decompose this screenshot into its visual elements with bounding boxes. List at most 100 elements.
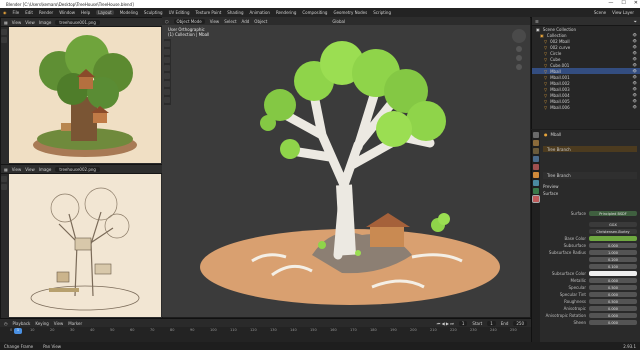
output-tab-icon[interactable] [533, 148, 539, 154]
visibility-eye-icon[interactable]: 👁 [633, 39, 637, 43]
play-controls-icon[interactable]: ⏮ ◀ ▶ ⏭ [437, 321, 454, 326]
visibility-eye-icon[interactable]: 👁 [633, 81, 637, 85]
end-frame-field[interactable]: 250 [513, 320, 527, 326]
shader-property-field[interactable]: 0.000 [589, 278, 637, 283]
editor-type-icon[interactable]: ▦ [4, 20, 8, 25]
timeline-editor-icon[interactable]: ◷ [4, 321, 8, 326]
workspace-tab-compositing[interactable]: Compositing [302, 10, 327, 15]
workspace-tab-modeling[interactable]: Modeling [120, 10, 138, 15]
outliner-filter-icon[interactable]: ⏷ [634, 19, 637, 24]
menu-file[interactable]: File [13, 10, 20, 15]
menu-view[interactable]: View [12, 20, 22, 25]
menu-select[interactable]: Select [224, 19, 236, 24]
visibility-eye-icon[interactable]: 👁 [633, 51, 637, 55]
workspace-tab-geometry-nodes[interactable]: Geometry Nodes [333, 10, 367, 15]
menu-view-2[interactable]: View [25, 167, 35, 172]
object-tab-icon[interactable] [533, 172, 539, 178]
material-slot-list-item[interactable]: Tree Branch [543, 146, 637, 152]
visibility-eye-icon[interactable]: 👁 [633, 69, 637, 73]
visibility-eye-icon[interactable]: 👁 [633, 63, 637, 67]
shader-property-field[interactable]: 0.200 [589, 257, 637, 262]
workspace-tab-uv-editing[interactable]: UV Editing [169, 10, 190, 15]
viewlayer-selector[interactable]: View Layer [612, 10, 634, 15]
menu-view[interactable]: View [12, 167, 22, 172]
visibility-eye-icon[interactable]: 👁 [633, 33, 637, 37]
tool-sample-icon[interactable] [1, 184, 7, 190]
shader-property-field[interactable]: GGX [589, 222, 637, 227]
shader-property-field[interactable]: Christensen-Burley [589, 229, 637, 234]
material-tab-icon[interactable] [532, 195, 540, 203]
menu-add[interactable]: Add [242, 19, 250, 24]
shader-property-field[interactable] [589, 236, 637, 241]
shader-property-field[interactable]: 0.000 [589, 292, 637, 297]
workspace-tab-scripting[interactable]: Scripting [373, 10, 391, 15]
menu-render[interactable]: Render [39, 10, 53, 15]
preview-panel-header[interactable]: Preview [543, 184, 559, 189]
shader-property-field[interactable]: 0.000 [589, 306, 637, 311]
menu-help[interactable]: Help [81, 10, 90, 15]
tool-sample-icon[interactable] [1, 37, 7, 43]
tool-cursor-icon[interactable] [1, 176, 7, 182]
material-name-field[interactable]: Tree Branch [543, 172, 637, 179]
maximize-button[interactable]: ☐ [621, 0, 625, 6]
shader-property-field[interactable]: 0.000 [589, 243, 637, 248]
visibility-eye-icon[interactable]: 👁 [633, 105, 637, 109]
editor-type-icon[interactable]: ▦ [4, 167, 8, 172]
visibility-eye-icon[interactable]: 👁 [633, 57, 637, 61]
shader-property-field[interactable] [589, 271, 637, 276]
visibility-eye-icon[interactable]: 👁 [633, 45, 637, 49]
menu-image[interactable]: Image [39, 167, 52, 172]
shader-property-field[interactable]: 0.000 [589, 320, 637, 325]
surface-shader-field[interactable]: Principled BSDF [589, 211, 637, 216]
menu-view[interactable]: View [54, 321, 64, 326]
minimize-button[interactable]: — [608, 0, 613, 6]
blender-logo-icon[interactable]: ◉ [3, 10, 7, 15]
shader-property-field[interactable]: 0.500 [589, 285, 637, 290]
shader-property-field[interactable]: 1.000 [589, 250, 637, 255]
current-frame-field[interactable]: 1 [458, 320, 468, 326]
shader-property-field[interactable]: 0.500 [589, 299, 637, 304]
surface-panel-header[interactable]: Surface [543, 191, 558, 196]
editor-type-icon[interactable]: ⬡ [165, 19, 169, 24]
visibility-eye-icon[interactable]: 👁 [633, 87, 637, 91]
menu-keying[interactable]: Keying [35, 321, 48, 326]
scene-selector[interactable]: Scene [594, 10, 606, 15]
menu-image[interactable]: Image [39, 20, 52, 25]
menu-view-2[interactable]: View [25, 20, 35, 25]
workspace-tab-texture-paint[interactable]: Texture Paint [195, 10, 221, 15]
visibility-eye-icon[interactable]: 👁 [633, 75, 637, 79]
physics-tab-icon[interactable] [533, 188, 539, 194]
image-filename-field[interactable]: treehouse002.png [55, 166, 100, 172]
world-tab-icon[interactable] [533, 164, 539, 170]
menu-window[interactable]: Window [59, 10, 75, 15]
workspace-tab-sculpting[interactable]: Sculpting [144, 10, 163, 15]
visibility-eye-icon[interactable]: 👁 [633, 93, 637, 97]
workspace-tab-animation[interactable]: Animation [250, 10, 270, 15]
outliner-item[interactable]: ▽ Mball.006 👁 [532, 104, 640, 110]
start-frame-field[interactable]: 1 [487, 320, 496, 326]
close-button[interactable]: ✕ [634, 0, 638, 6]
playhead[interactable]: 1 [14, 328, 22, 334]
modifier-tab-icon[interactable] [533, 180, 539, 186]
scene-tab-icon[interactable] [533, 156, 539, 162]
render-tab-icon[interactable] [533, 140, 539, 146]
menu-view[interactable]: View [210, 19, 220, 24]
transform-orientation-selector[interactable]: Global [332, 19, 345, 24]
menu-edit[interactable]: Edit [25, 10, 33, 15]
shader-property-field[interactable]: 0.000 [589, 313, 637, 318]
menu-marker[interactable]: Marker [68, 321, 82, 326]
mode-selector[interactable]: Object Mode [173, 18, 205, 24]
visibility-eye-icon[interactable]: 👁 [633, 99, 637, 103]
workspace-tab-rendering[interactable]: Rendering [276, 10, 296, 15]
shader-property-field[interactable]: 0.100 [589, 264, 637, 269]
menu-playback[interactable]: Playback [13, 321, 31, 326]
outliner-editor-icon[interactable]: ☰ [535, 19, 539, 24]
timeline-frame-ruler[interactable]: 0 10 20 30 40 50 60 70 80 90 100 110 120 130 140 150 160… [10, 328, 520, 334]
3d-viewport[interactable]: ⬡ Object Mode View Select Add Object Glo… [162, 17, 530, 317]
workspace-tab-shading[interactable]: Shading [227, 10, 243, 15]
image-filename-field[interactable]: treehouse001.png [55, 19, 100, 25]
workspace-tab-layout[interactable]: Layout [96, 10, 114, 15]
menu-object[interactable]: Object [254, 19, 267, 24]
tool-tab-icon[interactable] [533, 132, 539, 138]
tool-cursor-icon[interactable] [1, 29, 7, 35]
